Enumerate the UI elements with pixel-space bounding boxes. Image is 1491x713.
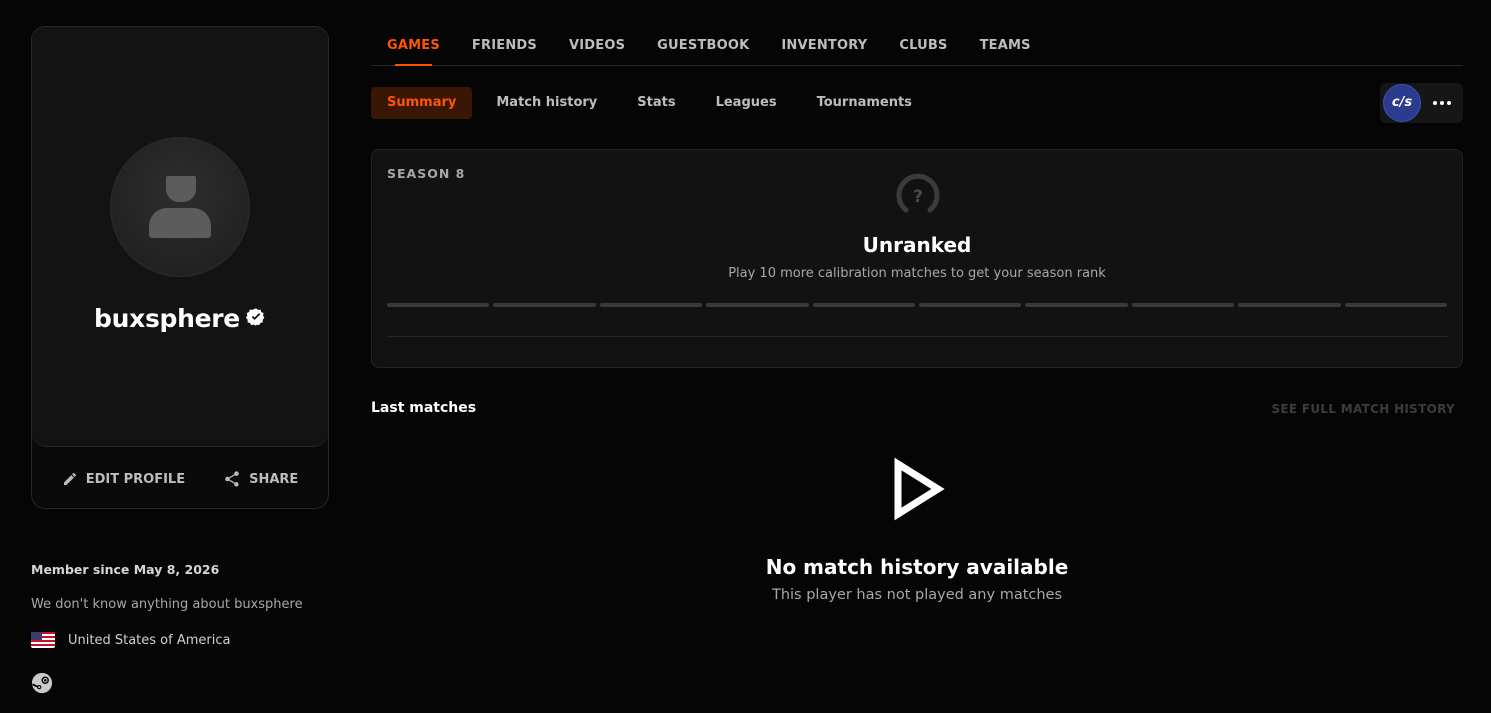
- calibration-segment: [599, 303, 703, 307]
- calibration-segment: [706, 303, 809, 307]
- subtab-leagues[interactable]: Leagues: [700, 87, 793, 119]
- steam-icon[interactable]: [31, 672, 53, 698]
- empty-state-subtitle: This player has not played any matches: [771, 587, 1063, 603]
- verified-icon: [245, 304, 266, 333]
- subtab-stats[interactable]: Stats: [621, 87, 691, 119]
- tab-inventory[interactable]: INVENTORY: [765, 26, 883, 66]
- more-options-icon[interactable]: [1430, 93, 1454, 113]
- rank-title: Unranked: [862, 233, 972, 257]
- game-switcher: c/s: [1380, 83, 1463, 123]
- avatar-placeholder-icon: [166, 176, 196, 202]
- share-icon: [225, 471, 239, 487]
- calibration-segment: [493, 303, 596, 307]
- tab-teams[interactable]: TEAMS: [964, 26, 1047, 66]
- tab-guestbook[interactable]: GUESTBOOK: [641, 26, 765, 66]
- calibration-segment: [1344, 303, 1448, 307]
- season-card: SEASON 8 ? Unranked Play 10 more calibra…: [371, 149, 1463, 368]
- tab-games[interactable]: GAMES: [371, 26, 456, 66]
- calibration-segment: [919, 303, 1022, 307]
- tab-videos[interactable]: VIDEOS: [553, 26, 641, 66]
- profile-actions: EDIT PROFILE SHARE: [32, 459, 328, 499]
- calibration-progress: [387, 303, 1448, 307]
- rank-subtitle: Play 10 more calibration matches to get …: [728, 266, 1106, 281]
- tab-clubs[interactable]: CLUBS: [883, 26, 963, 66]
- profile-card: buxsphere EDIT PROFILE SHARE: [31, 26, 329, 509]
- username: buxsphere: [94, 304, 240, 333]
- share-button[interactable]: SHARE: [223, 470, 298, 488]
- calibration-segment: [1025, 303, 1128, 307]
- play-icon: [886, 456, 948, 526]
- subtab-tournaments[interactable]: Tournaments: [801, 87, 928, 119]
- divider: [387, 336, 1447, 337]
- subtab-summary[interactable]: Summary: [371, 87, 473, 119]
- us-flag-icon: [31, 632, 55, 648]
- calibration-segment: [1238, 303, 1341, 307]
- calibration-segment: [812, 303, 916, 307]
- subtab-match-history[interactable]: Match history: [480, 87, 613, 119]
- avatar: [110, 137, 250, 277]
- member-since: Member since May 8, 2026: [31, 562, 220, 577]
- calibration-segment: [1131, 303, 1235, 307]
- profile-header: buxsphere: [32, 27, 328, 447]
- country: United States of America: [31, 632, 230, 648]
- tab-friends[interactable]: FRIENDS: [456, 26, 553, 66]
- see-full-match-history-link[interactable]: SEE FULL MATCH HISTORY: [1271, 402, 1455, 416]
- username-row: buxsphere: [32, 304, 328, 333]
- season-label: SEASON 8: [387, 166, 466, 181]
- cs-game-icon[interactable]: c/s: [1383, 84, 1421, 122]
- sub-nav: Summary Match history Stats Leagues Tour…: [371, 87, 928, 119]
- bio: We don't know anything about buxsphere: [31, 597, 303, 612]
- top-nav: GAMES FRIENDS VIDEOS GUESTBOOK INVENTORY…: [371, 26, 1463, 66]
- country-name: United States of America: [68, 632, 231, 648]
- pencil-icon: [63, 473, 76, 485]
- rank-icon-symbol: ?: [913, 187, 923, 207]
- last-matches-title: Last matches: [371, 400, 477, 416]
- empty-state-title: No match history available: [765, 555, 1069, 579]
- unranked-icon: ?: [892, 170, 944, 226]
- edit-profile-button[interactable]: EDIT PROFILE: [62, 471, 185, 487]
- calibration-segment: [387, 303, 490, 307]
